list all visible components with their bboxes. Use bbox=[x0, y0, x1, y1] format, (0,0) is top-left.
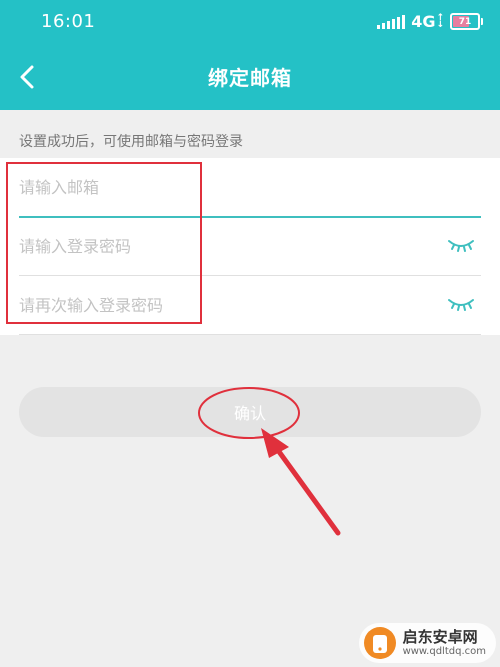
network-type: 4G bbox=[411, 12, 436, 31]
bind-email-form bbox=[0, 158, 500, 335]
watermark-url: www.qdltdq.com bbox=[402, 645, 486, 657]
email-input[interactable] bbox=[19, 158, 429, 216]
status-time: 16:01 bbox=[41, 11, 96, 32]
network-indicator: 4G ↑ ↓ bbox=[411, 12, 444, 31]
data-arrows-icon: ↑ ↓ bbox=[436, 12, 444, 30]
hint-text: 设置成功后，可使用邮箱与密码登录 bbox=[19, 134, 243, 150]
battery-level: 71 bbox=[458, 16, 472, 27]
confirm-password-field-row bbox=[19, 276, 481, 335]
password-field-row bbox=[19, 217, 481, 276]
confirm-button[interactable]: 确认 bbox=[19, 387, 481, 437]
battery-icon: 71 bbox=[450, 13, 483, 30]
status-indicators: 4G ↑ ↓ 71 bbox=[377, 12, 483, 31]
password-input[interactable] bbox=[19, 217, 429, 275]
confirm-password-input[interactable] bbox=[19, 276, 429, 334]
email-field-row bbox=[19, 158, 481, 218]
page-title: 绑定邮箱 bbox=[208, 66, 292, 90]
signal-icon bbox=[377, 14, 406, 29]
watermark: 启东安卓网 www.qdltdq.com bbox=[358, 623, 496, 663]
status-bar: 16:01 4G ↑ ↓ 71 bbox=[0, 0, 500, 44]
annotation-arrow-shaft bbox=[269, 439, 341, 536]
watermark-logo-icon bbox=[363, 627, 396, 659]
header-bar: 绑定邮箱 bbox=[0, 44, 500, 110]
eye-closed-icon[interactable] bbox=[447, 235, 475, 255]
eye-closed-icon[interactable] bbox=[447, 294, 475, 314]
watermark-name: 启东安卓网 bbox=[402, 628, 478, 647]
